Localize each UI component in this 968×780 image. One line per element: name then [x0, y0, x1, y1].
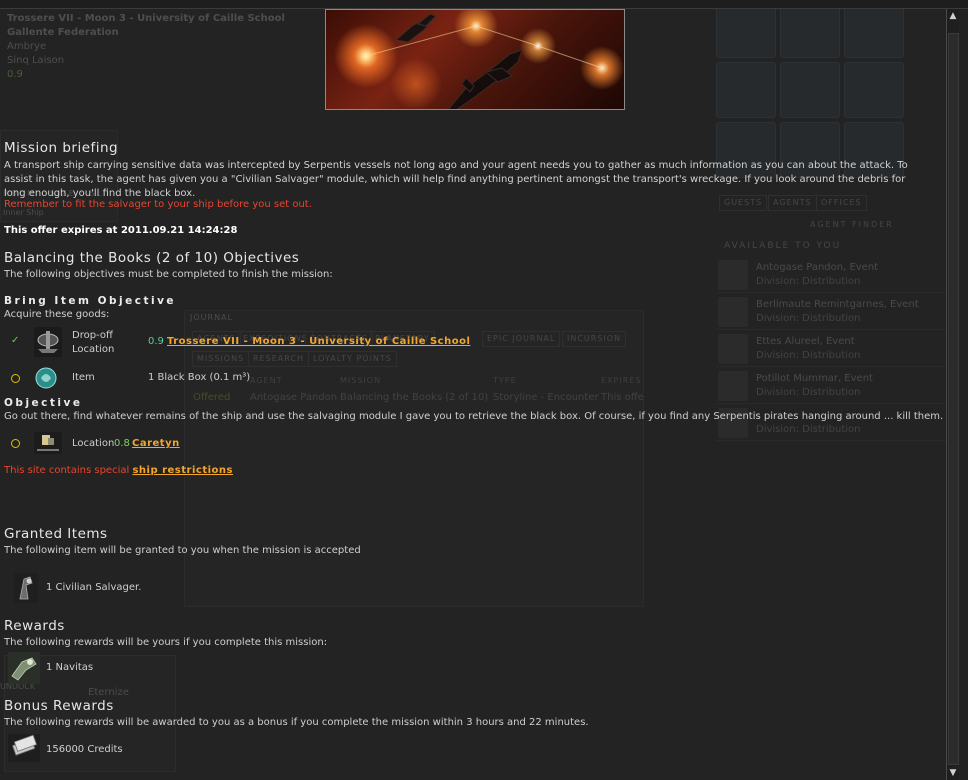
mission-banner-image — [325, 9, 625, 110]
credits-icon — [8, 734, 40, 765]
bg-available-heading: AVAILABLE TO YOU — [724, 241, 842, 251]
dropoff-location-link[interactable]: Trossere VII - Moon 3 - University of Ca… — [167, 336, 470, 347]
agent-name: Berlimaute Remintgarnes, Event — [756, 299, 919, 310]
journal-mission: Balancing the Books (2 of 10) — [340, 392, 489, 403]
briefing-title: Mission briefing — [4, 140, 119, 156]
rewards-title: Rewards — [4, 618, 65, 634]
bonus-subtitle: The following rewards will be awarded to… — [4, 717, 589, 728]
dropoff-label-line1: Drop-off — [72, 330, 113, 341]
region-name: Sinq Laison — [7, 55, 65, 66]
reward-item: 1 Navitas — [46, 662, 94, 673]
ship-restrictions-line: This site contains special ship restrict… — [4, 465, 233, 476]
scroll-up-arrow-icon[interactable]: ▲ — [947, 10, 959, 22]
journal-tab: MISSIONS — [192, 351, 250, 367]
constellation-name: Ambrye — [7, 41, 47, 52]
bonus-item: 156000 Credits — [46, 744, 123, 755]
item-value: 1 Black Box (0.1 m³) — [148, 372, 251, 383]
station-name: Trossere VII - Moon 3 - University of Ca… — [7, 13, 285, 24]
offer-expiry: This offer expires at 2011.09.21 14:24:2… — [4, 225, 238, 236]
journal-tab: RESEARCH — [248, 351, 309, 367]
location-icon — [34, 432, 62, 457]
agent-portrait — [718, 371, 748, 401]
granted-item: 1 Civilian Salvager. — [46, 582, 142, 593]
content-scrollbar[interactable]: ▲ ▼ — [946, 9, 959, 780]
incomplete-ring-icon — [11, 374, 20, 383]
objectives-subtitle: The following objectives must be complet… — [4, 269, 333, 280]
station-icon — [34, 327, 62, 360]
item-label: Item — [72, 372, 95, 383]
location-link[interactable]: Caretyn — [132, 438, 180, 449]
salvager-icon[interactable] — [14, 573, 38, 606]
bg-chat-name: Eternize — [88, 687, 129, 698]
granted-subtitle: The following item will be granted to yo… — [4, 545, 361, 556]
agent-name: Potillot Mummar, Event — [756, 373, 873, 384]
ship-restrictions-link[interactable]: ship restrictions — [132, 465, 233, 476]
objective-text: Go out there, find whatever remains of t… — [4, 411, 944, 422]
bring-item-heading: Bring Item Objective — [4, 295, 177, 307]
service-icon — [780, 2, 840, 58]
journal-col-mission: MISSION — [340, 376, 382, 385]
black-box-icon[interactable] — [34, 366, 58, 393]
ship-graphic — [365, 13, 603, 109]
bg-journal-title: JOURNAL — [190, 313, 233, 322]
journal-state: Offered — [193, 392, 231, 403]
scrollbar-thumb[interactable] — [948, 33, 959, 765]
objective-heading: Objective — [4, 397, 83, 409]
navitas-ship-icon[interactable] — [8, 652, 40, 687]
scroll-down-arrow-icon[interactable]: ▼ — [947, 767, 959, 779]
service-icon — [844, 62, 904, 118]
journal-expires: This offe — [601, 392, 644, 403]
service-icon — [716, 2, 776, 58]
dropoff-security: 0.9 — [148, 336, 164, 347]
agent-portrait — [718, 260, 748, 290]
objectives-title: Balancing the Books (2 of 10) Objectives — [4, 250, 300, 266]
journal-agent: Antogase Pandon — [250, 392, 338, 403]
location-info: Trossere VII - Moon 3 - University of Ca… — [7, 12, 285, 82]
location-security: 0.8 — [114, 438, 130, 449]
journal-tab: EPIC JOURNAL — [482, 331, 561, 347]
granted-title: Granted Items — [4, 526, 108, 542]
bg-agent-row: Antogase Pandon, Event Division: Distrib… — [716, 258, 956, 293]
agent-division: Division: Distribution — [756, 276, 861, 287]
journal-col-expires: EXPIRES — [601, 376, 642, 385]
bonus-title: Bonus Rewards — [4, 698, 114, 714]
agent-division: Division: Distribution — [756, 424, 861, 435]
agent-portrait — [718, 334, 748, 364]
dropoff-label: Drop-off Location — [72, 329, 114, 357]
incomplete-ring-icon — [11, 439, 20, 448]
agent-division: Division: Distribution — [756, 387, 861, 398]
completed-check-icon: ✓ — [11, 335, 20, 346]
journal-tab: INCURSION — [562, 331, 627, 347]
service-icon — [844, 2, 904, 58]
service-icon — [780, 62, 840, 118]
journal-col-agent: AGENT — [250, 376, 283, 385]
bg-agent-row: Berlimaute Remintgarnes, Event Division:… — [716, 295, 956, 330]
briefing-text: A transport ship carrying sensitive data… — [4, 160, 908, 199]
agent-division: Division: Distribution — [756, 313, 861, 324]
rewards-subtitle: The following rewards will be yours if y… — [4, 637, 328, 648]
journal-col-type: TYPE — [493, 376, 517, 385]
agent-division: Division: Distribution — [756, 350, 861, 361]
agent-name: Antogase Pandon, Event — [756, 262, 879, 273]
dropoff-label-line2: Location — [72, 344, 115, 355]
security-status: 0.9 — [7, 69, 23, 80]
bg-agent-row: Ettes Alureel, Event Division: Distribut… — [716, 332, 956, 367]
journal-tab: LOYALTY POINTS — [308, 351, 397, 367]
briefing-warning: Remember to fit the salvager to your shi… — [4, 199, 312, 210]
agent-portrait — [718, 297, 748, 327]
window-top-edge — [0, 0, 968, 9]
faction-name: Gallente Federation — [7, 27, 119, 38]
acquire-text: Acquire these goods: — [4, 309, 110, 320]
bg-agent-finder: AGENT FINDER — [810, 220, 894, 229]
agent-name: Ettes Alureel, Event — [756, 336, 855, 347]
service-icon — [716, 62, 776, 118]
journal-type: Storyline - Encounter — [493, 392, 599, 403]
bg-agent-row: Potillot Mummar, Event Division: Distrib… — [716, 369, 956, 404]
restriction-prefix: This site contains special — [4, 465, 130, 476]
location-label: Location — [72, 438, 115, 449]
